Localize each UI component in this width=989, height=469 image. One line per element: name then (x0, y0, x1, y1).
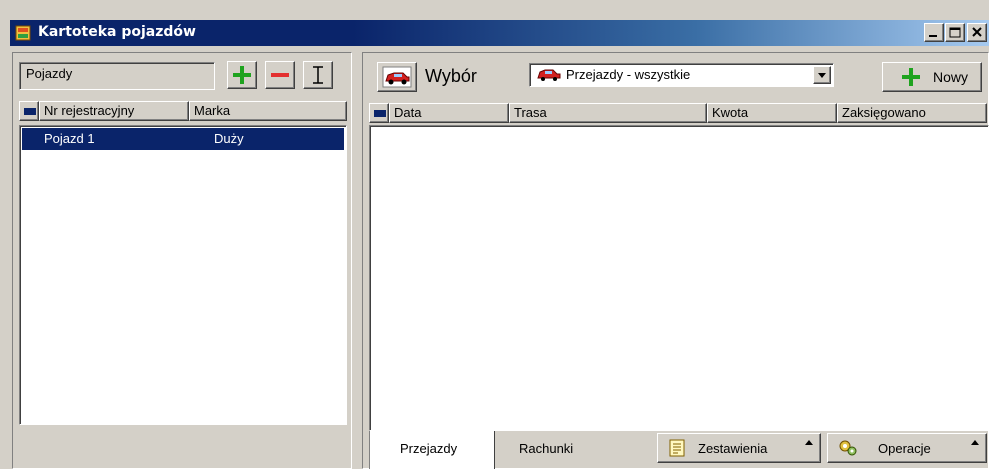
tab-rachunki[interactable]: Rachunki (499, 431, 619, 461)
minus-icon (271, 73, 289, 77)
column-trasa[interactable]: Trasa (509, 103, 707, 123)
minimize-icon (929, 35, 937, 37)
column-data[interactable]: Data (389, 103, 509, 123)
close-button[interactable] (967, 23, 987, 42)
select-vehicle-button[interactable] (377, 62, 417, 92)
row-nr: Pojazd 1 (44, 131, 95, 146)
vehicles-list[interactable]: Pojazd 1 Duży (19, 125, 347, 425)
maximize-button[interactable] (945, 23, 965, 42)
left-select-all-marker[interactable] (19, 101, 39, 121)
table-row[interactable]: Pojazd 1 Duży (22, 128, 344, 150)
edit-vehicle-button[interactable] (303, 61, 333, 89)
trips-filter-combo[interactable]: Przejazdy - wszystkie (529, 63, 834, 87)
column-nr-rejestracyjny[interactable]: Nr rejestracyjny (39, 101, 189, 121)
add-vehicle-button[interactable] (227, 61, 257, 89)
window: Kartoteka pojazdów Pojazdy Nr rejestracy… (0, 0, 989, 469)
column-kwota[interactable]: Kwota (707, 103, 837, 123)
minimize-button[interactable] (924, 23, 944, 42)
combo-dropdown-button[interactable] (813, 66, 831, 84)
chevron-up-icon (805, 440, 813, 445)
zestawienia-button[interactable]: Zestawienia (657, 433, 821, 463)
column-zaksiegowano[interactable]: Zaksięgowano (837, 103, 987, 123)
close-icon (972, 27, 982, 37)
car-icon (382, 66, 412, 88)
tab-przejazdy-label: Przejazdy (400, 441, 458, 456)
vehicles-label-text: Pojazdy (26, 66, 73, 81)
vehicles-label: Pojazdy (19, 62, 215, 90)
tab-rachunki-label: Rachunki (519, 441, 574, 456)
gears-icon (839, 440, 857, 456)
chevron-up-icon (971, 440, 979, 445)
combo-value: Przejazdy - wszystkie (566, 67, 691, 82)
plus-icon (902, 68, 920, 86)
vehicles-panel: Pojazdy Nr rejestracyjny Marka Pojazd 1 … (12, 52, 352, 469)
car-icon (537, 69, 561, 81)
title-bar[interactable]: Kartoteka pojazdów (10, 20, 989, 46)
tab-przejazdy[interactable]: Przejazdy (369, 431, 495, 469)
chevron-down-icon (818, 73, 826, 78)
wybor-label: Wybór (425, 66, 477, 86)
zestawienia-label: Zestawienia (698, 441, 768, 456)
operacje-label: Operacje (878, 441, 931, 456)
trips-list[interactable] (369, 125, 989, 431)
new-trip-label: Nowy (933, 69, 969, 85)
delete-vehicle-button[interactable] (265, 61, 295, 89)
app-icon (15, 25, 31, 41)
plus-icon (233, 66, 251, 84)
column-marka[interactable]: Marka (189, 101, 347, 121)
operacje-button[interactable]: Operacje (827, 433, 987, 463)
report-icon (669, 439, 685, 457)
row-marka: Duży (214, 131, 244, 146)
maximize-icon (949, 27, 961, 38)
new-trip-button[interactable]: Nowy (882, 62, 982, 92)
trips-panel: Wybór Przejazdy - wszystkie Nowy Data Tr… (362, 52, 989, 469)
text-cursor-icon (313, 66, 323, 84)
right-select-all-marker[interactable] (369, 103, 389, 123)
window-title: Kartoteka pojazdów (38, 24, 196, 40)
